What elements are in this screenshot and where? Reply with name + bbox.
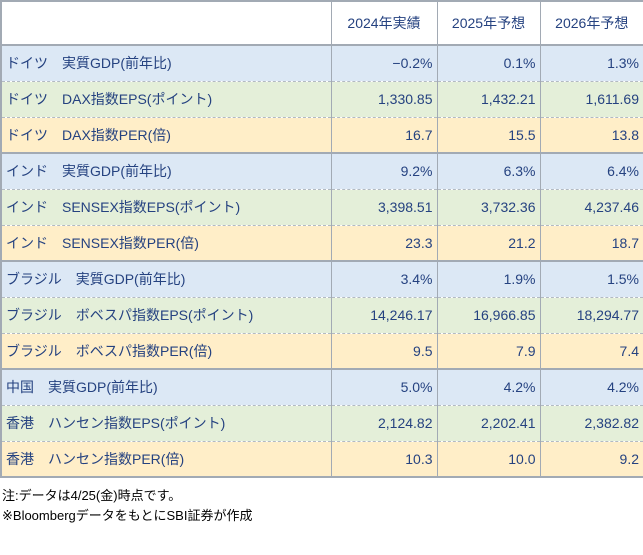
value-2026: 4.2% [540, 369, 643, 405]
row-brazil-eps: ブラジル ボベスパ指数EPS(ポイント) 14,246.17 16,966.85… [1, 297, 643, 333]
value-2024: 16.7 [331, 117, 437, 153]
value-2026: 18,294.77 [540, 297, 643, 333]
value-2026: 2,382.82 [540, 405, 643, 441]
row-germany-eps: ドイツ DAX指数EPS(ポイント) 1,330.85 1,432.21 1,6… [1, 81, 643, 117]
row-hongkong-eps: 香港 ハンセン指数EPS(ポイント) 2,124.82 2,202.41 2,3… [1, 405, 643, 441]
value-2025: 1.9% [437, 261, 540, 297]
value-2026: 13.8 [540, 117, 643, 153]
row-germany-gdp: ドイツ 実質GDP(前年比) −0.2% 0.1% 1.3% [1, 45, 643, 81]
value-2024: 23.3 [331, 225, 437, 261]
value-2026: 1.3% [540, 45, 643, 81]
col-header-2026: 2026年予想 [540, 1, 643, 45]
row-brazil-gdp: ブラジル 実質GDP(前年比) 3.4% 1.9% 1.5% [1, 261, 643, 297]
value-2026: 1,611.69 [540, 81, 643, 117]
row-label: インド 実質GDP(前年比) [1, 153, 331, 189]
value-2025: 1,432.21 [437, 81, 540, 117]
footnote-data-date: 注:データは4/25(金)時点です。 [2, 486, 643, 506]
value-2025: 0.1% [437, 45, 540, 81]
value-2026: 9.2 [540, 441, 643, 477]
value-2025: 6.3% [437, 153, 540, 189]
value-2025: 7.9 [437, 333, 540, 369]
row-germany-per: ドイツ DAX指数PER(倍) 16.7 15.5 13.8 [1, 117, 643, 153]
value-2024: 1,330.85 [331, 81, 437, 117]
row-label: ドイツ DAX指数PER(倍) [1, 117, 331, 153]
row-label: ブラジル ボベスパ指数PER(倍) [1, 333, 331, 369]
corner-cell [1, 1, 331, 45]
value-2024: 9.2% [331, 153, 437, 189]
value-2025: 21.2 [437, 225, 540, 261]
row-label: インド SENSEX指数PER(倍) [1, 225, 331, 261]
row-china-gdp: 中国 実質GDP(前年比) 5.0% 4.2% 4.2% [1, 369, 643, 405]
value-2025: 3,732.36 [437, 189, 540, 225]
row-label: ブラジル 実質GDP(前年比) [1, 261, 331, 297]
col-header-2024: 2024年実績 [331, 1, 437, 45]
value-2025: 10.0 [437, 441, 540, 477]
country-forecast-table: 2024年実績 2025年予想 2026年予想 ドイツ 実質GDP(前年比) −… [0, 0, 643, 478]
row-label: 香港 ハンセン指数PER(倍) [1, 441, 331, 477]
value-2025: 15.5 [437, 117, 540, 153]
value-2024: 14,246.17 [331, 297, 437, 333]
footnotes: 注:データは4/25(金)時点です。 ※BloombergデータをもとにSBI証… [2, 486, 643, 526]
value-2026: 18.7 [540, 225, 643, 261]
value-2026: 6.4% [540, 153, 643, 189]
row-label: インド SENSEX指数EPS(ポイント) [1, 189, 331, 225]
row-hongkong-per: 香港 ハンセン指数PER(倍) 10.3 10.0 9.2 [1, 441, 643, 477]
value-2024: 3.4% [331, 261, 437, 297]
forecast-page: 2024年実績 2025年予想 2026年予想 ドイツ 実質GDP(前年比) −… [0, 0, 643, 526]
row-label: 香港 ハンセン指数EPS(ポイント) [1, 405, 331, 441]
value-2025: 2,202.41 [437, 405, 540, 441]
footnote-source: ※BloombergデータをもとにSBI証券が作成 [2, 506, 643, 526]
value-2025: 16,966.85 [437, 297, 540, 333]
value-2026: 7.4 [540, 333, 643, 369]
value-2024: 2,124.82 [331, 405, 437, 441]
row-india-gdp: インド 実質GDP(前年比) 9.2% 6.3% 6.4% [1, 153, 643, 189]
value-2024: 10.3 [331, 441, 437, 477]
col-header-2025: 2025年予想 [437, 1, 540, 45]
row-label: ドイツ 実質GDP(前年比) [1, 45, 331, 81]
value-2024: 3,398.51 [331, 189, 437, 225]
row-label: ブラジル ボベスパ指数EPS(ポイント) [1, 297, 331, 333]
value-2024: −0.2% [331, 45, 437, 81]
row-india-eps: インド SENSEX指数EPS(ポイント) 3,398.51 3,732.36 … [1, 189, 643, 225]
row-label: 中国 実質GDP(前年比) [1, 369, 331, 405]
row-label: ドイツ DAX指数EPS(ポイント) [1, 81, 331, 117]
row-india-per: インド SENSEX指数PER(倍) 23.3 21.2 18.7 [1, 225, 643, 261]
value-2026: 4,237.46 [540, 189, 643, 225]
value-2024: 9.5 [331, 333, 437, 369]
row-brazil-per: ブラジル ボベスパ指数PER(倍) 9.5 7.9 7.4 [1, 333, 643, 369]
header-row: 2024年実績 2025年予想 2026年予想 [1, 1, 643, 45]
value-2025: 4.2% [437, 369, 540, 405]
value-2026: 1.5% [540, 261, 643, 297]
value-2024: 5.0% [331, 369, 437, 405]
